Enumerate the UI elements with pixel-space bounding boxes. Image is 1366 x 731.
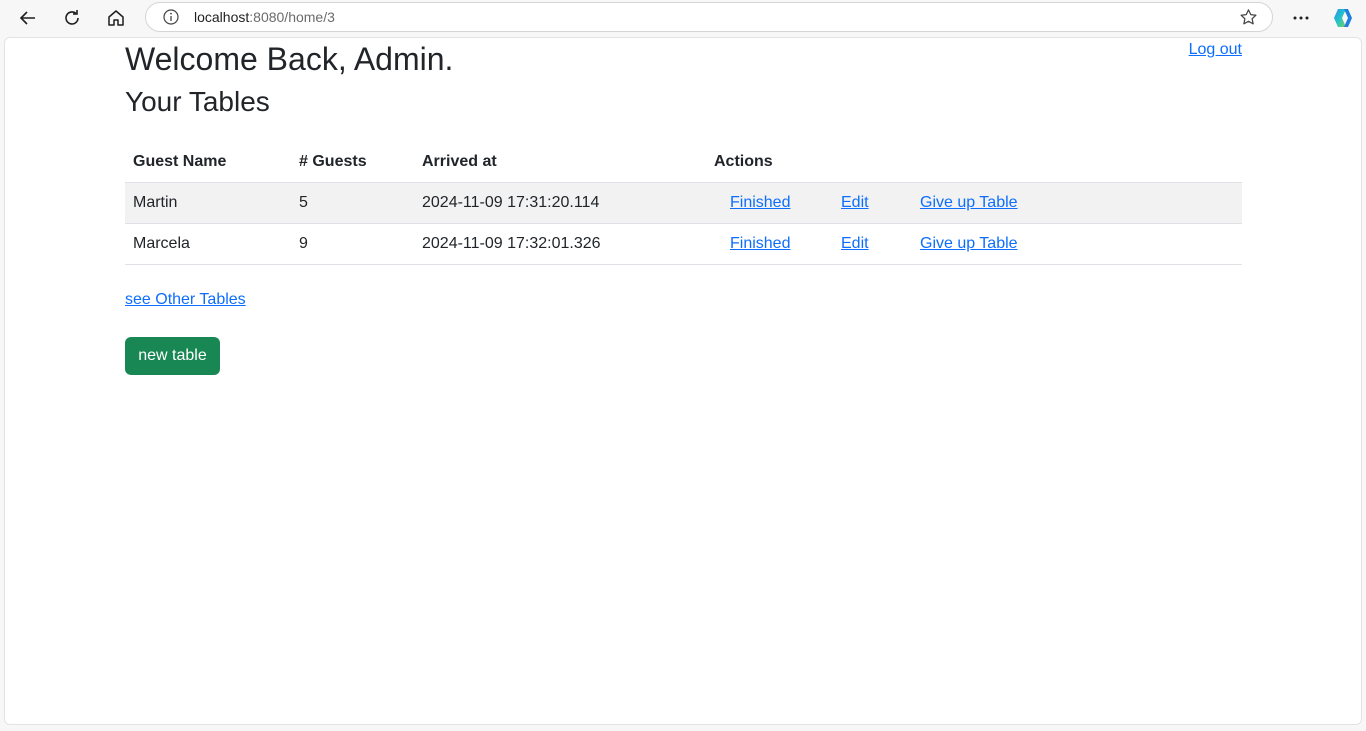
- back-icon[interactable]: [13, 3, 43, 33]
- header-actions: Actions: [706, 142, 1242, 183]
- cell-arrived: 2024-11-09 17:32:01.326: [414, 223, 706, 265]
- home-icon[interactable]: [101, 3, 131, 33]
- url-host: localhost: [194, 9, 250, 25]
- page-subtitle: Your Tables: [125, 86, 270, 117]
- address-bar[interactable]: localhost:8080/home/3: [145, 2, 1273, 32]
- cell-actions: Finished Edit Give up Table: [706, 223, 1242, 265]
- see-other-tables-link[interactable]: see Other Tables: [125, 291, 246, 309]
- header-guests: # Guests: [291, 142, 414, 183]
- give-up-table-link[interactable]: Give up Table: [920, 194, 1018, 212]
- cell-guest-name: Marcela: [125, 223, 291, 265]
- favorite-star-icon[interactable]: [1239, 8, 1258, 27]
- cell-guest-name: Martin: [125, 182, 291, 224]
- new-table-button[interactable]: new table: [125, 337, 220, 375]
- finished-link[interactable]: Finished: [730, 194, 790, 212]
- tables-table: Guest Name # Guests Arrived at Actions M…: [125, 142, 1242, 265]
- url-text[interactable]: localhost:8080/home/3: [194, 9, 335, 25]
- header-arrived: Arrived at: [414, 142, 706, 183]
- give-up-table-link[interactable]: Give up Table: [920, 235, 1018, 253]
- finished-link[interactable]: Finished: [730, 235, 790, 253]
- table-row: Martin 5 2024-11-09 17:31:20.114 Finishe…: [125, 182, 1242, 224]
- page-content: Welcome Back, Admin. Log out Your Tables…: [4, 37, 1362, 725]
- cell-actions: Finished Edit Give up Table: [706, 182, 1242, 224]
- table-row: Marcela 9 2024-11-09 17:32:01.326 Finish…: [125, 223, 1242, 265]
- logout-link[interactable]: Log out: [1189, 41, 1242, 59]
- browser-toolbar: localhost:8080/home/3: [0, 0, 1366, 36]
- welcome-heading: Welcome Back, Admin.: [125, 41, 454, 77]
- site-info-icon[interactable]: [163, 9, 179, 25]
- cell-arrived: 2024-11-09 17:31:20.114: [414, 182, 706, 224]
- cell-guests: 9: [291, 223, 414, 265]
- header-guest-name: Guest Name: [125, 142, 291, 183]
- edit-link[interactable]: Edit: [841, 194, 869, 212]
- copilot-icon[interactable]: [1331, 6, 1355, 30]
- more-options-icon[interactable]: [1286, 3, 1316, 33]
- refresh-icon[interactable]: [57, 3, 87, 33]
- url-path: :8080/home/3: [249, 9, 335, 25]
- cell-guests: 5: [291, 182, 414, 224]
- edit-link[interactable]: Edit: [841, 235, 869, 253]
- table-header-row: Guest Name # Guests Arrived at Actions: [125, 142, 1242, 183]
